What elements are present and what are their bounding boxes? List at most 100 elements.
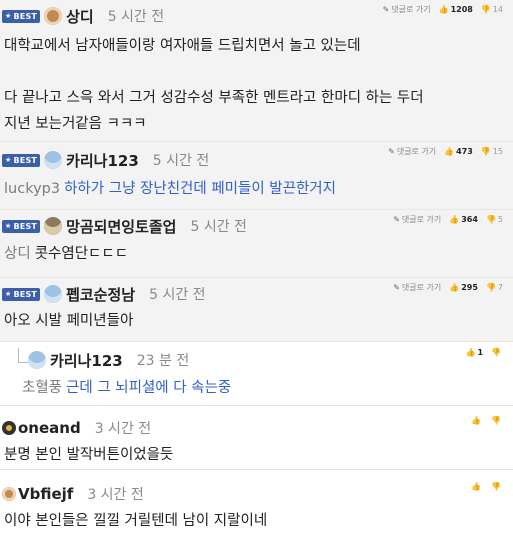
thumbs-down-icon: 👎 (491, 416, 501, 425)
thumbs-up-icon: 👍 (449, 283, 460, 292)
goto-comment-link[interactable]: ✎ 댓글로 가기 (393, 214, 441, 225)
dislike-count: 7 (497, 283, 503, 292)
ghost-avatar[interactable] (44, 151, 63, 169)
star-icon: ★ (5, 290, 12, 298)
goto-comment-link[interactable]: ✎ 댓글로 가기 (383, 4, 431, 15)
like-button[interactable]: 👍 473 (444, 147, 473, 156)
comment-meta: ✎ 댓글로 가기 👍 295 👎 7 (393, 282, 503, 293)
comment-time: 5 시간 전 (152, 153, 210, 169)
comment-time: 5 시간 전 (107, 9, 165, 25)
like-button[interactable]: 👍 1 (465, 348, 483, 357)
goto-comment-label: 댓글로 가기 (401, 215, 442, 224)
like-count: 1208 (450, 5, 473, 14)
comment-text-line: 지년 보는거같음 ㅋㅋㅋ (4, 116, 147, 132)
comment-meta: 👍 👎 (471, 482, 503, 491)
thumbs-down-icon: 👎 (485, 283, 496, 292)
comment-time: 5 시간 전 (149, 287, 206, 303)
comment-meta: 👍 1 👎 (465, 348, 503, 357)
comment-text: 하하가 그냥 장난친건데 페미들이 발끈한거지 (64, 181, 336, 197)
best-badge-label: BEST (13, 155, 38, 165)
ghost-avatar[interactable] (44, 285, 63, 303)
comment-nickname[interactable]: Vbfiejf (18, 485, 73, 503)
pencil-icon: ✎ (393, 283, 400, 292)
like-button[interactable]: 👍 (471, 416, 483, 425)
like-button[interactable]: 👍 1208 (439, 5, 473, 14)
dislike-button[interactable]: 👎 15 (481, 147, 503, 156)
thumbs-up-icon: 👍 (438, 5, 449, 14)
best-badge: ★ BEST (2, 219, 41, 233)
comment-body: luckyp3 하하가 그냥 장난친건데 페미들이 발끈한거지 (4, 176, 336, 202)
dog-avatar[interactable] (2, 487, 16, 501)
dog-avatar[interactable] (44, 7, 63, 25)
thumbs-down-icon: 👎 (485, 215, 496, 224)
comment-text: 콧수염단ㄷㄷㄷ (34, 246, 129, 262)
comment-nickname[interactable]: 상디 (66, 6, 94, 27)
comment-body: 아오 시발 페미년들아 (4, 308, 133, 334)
comment-body: 이야 본인들은 낄낄 거릴텐데 남이 지랄이네 (4, 508, 267, 534)
comment-text: 근데 그 뇌피셜에 다 속는중 (66, 380, 232, 396)
comment-item: Vbfiejf 3 시간 전 👍 👎 이야 본인들은 낄낄 거릴텐데 남이 지랄… (0, 470, 513, 536)
mention-username[interactable]: 초혈풍 (22, 380, 62, 396)
mention-username[interactable]: luckyp3 (4, 181, 60, 197)
goto-comment-label: 댓글로 가기 (391, 5, 431, 14)
comment-nickname[interactable]: oneand (18, 419, 81, 437)
comment-body: 대학교에서 남자애들이랑 여자애들 드립치면서 놀고 있는데 다 끝나고 스윽 … (4, 33, 424, 137)
dislike-button[interactable]: 👎 7 (486, 283, 503, 292)
comment-header: 카리나123 23 분 전 (28, 346, 189, 374)
bee-avatar[interactable] (2, 421, 16, 435)
like-count: 473 (456, 147, 473, 156)
reply-item: 카리나123 23 분 전 👍 1 👎 초혈풍 근데 그 뇌피셜에 다 속는중 (0, 342, 513, 406)
like-button[interactable]: 👍 295 (449, 283, 478, 292)
mention-username[interactable]: 상디 (4, 246, 31, 262)
best-badge: ★ BEST (2, 9, 41, 23)
comment-nickname[interactable]: 카리나123 (50, 350, 123, 371)
pencil-icon: ✎ (388, 147, 395, 156)
comment-meta: ✎ 댓글로 가기 👍 364 👎 5 (393, 214, 503, 225)
like-count: 1 (477, 348, 484, 357)
like-count: 364 (461, 215, 478, 224)
comment-header: ★ BEST 펩코순정남 5 시간 전 (0, 280, 206, 308)
comment-item: ★ BEST 펩코순정남 5 시간 전 ✎ 댓글로 가기 👍 295 👎 7 아오 시발… (0, 278, 513, 342)
star-icon: ★ (5, 222, 12, 230)
goto-comment-label: 댓글로 가기 (401, 283, 442, 292)
like-button[interactable]: 👍 (471, 482, 483, 491)
comment-nickname[interactable]: 펩코순정남 (66, 284, 135, 305)
goto-comment-link[interactable]: ✎ 댓글로 가기 (393, 282, 441, 293)
dislike-button[interactable]: 👎 (491, 348, 503, 357)
bowl-avatar[interactable] (44, 217, 63, 235)
comment-text: 이야 본인들은 낄낄 거릴텐데 남이 지랄이네 (4, 513, 268, 529)
dislike-count: 14 (492, 5, 503, 14)
comment-time: 3 시간 전 (87, 487, 144, 503)
comment-body: 상디 콧수염단ㄷㄷㄷ (4, 241, 128, 267)
comment-nickname[interactable]: 망곰되면잉토졸업 (66, 216, 176, 237)
dislike-button[interactable]: 👎 (491, 416, 503, 425)
best-badge: ★ BEST (2, 287, 41, 301)
comment-body: 초혈풍 근데 그 뇌피셜에 다 속는중 (22, 375, 231, 401)
ghost-avatar[interactable] (28, 351, 46, 369)
comment-meta: 👍 👎 (471, 416, 503, 425)
comment-header: ★ BEST 상디 5 시간 전 (0, 2, 164, 30)
dislike-button[interactable]: 👎 5 (486, 215, 503, 224)
comment-header: oneand 3 시간 전 (2, 414, 151, 442)
comment-text-line: 다 끝나고 스윽 와서 그거 성감수성 부족한 멘트라고 한마디 하는 두더 (4, 90, 424, 106)
comment-time: 23 분 전 (136, 353, 190, 369)
dislike-button[interactable]: 👎 14 (481, 5, 503, 14)
like-count: 295 (461, 283, 478, 292)
comment-text-line (4, 59, 424, 85)
dislike-button[interactable]: 👎 (491, 482, 503, 491)
goto-comment-link[interactable]: ✎ 댓글로 가기 (388, 146, 436, 157)
thumbs-down-icon: 👎 (480, 147, 491, 156)
thumbs-up-icon: 👍 (465, 348, 476, 357)
comment-time: 5 시간 전 (190, 219, 247, 235)
dislike-count: 15 (492, 147, 503, 156)
comment-item: ★ BEST 상디 5 시간 전 ✎ 댓글로 가기 👍 1208 👎 14 대학교에서 … (0, 0, 513, 142)
comment-item: oneand 3 시간 전 👍 👎 분명 본인 발작버튼이었을듯 (0, 406, 513, 470)
like-button[interactable]: 👍 364 (449, 215, 478, 224)
pencil-icon: ✎ (382, 5, 390, 14)
best-badge-label: BEST (13, 289, 38, 299)
comment-item: ★ BEST 망곰되면잉토졸업 5 시간 전 ✎ 댓글로 가기 👍 364 👎 5 상디… (0, 210, 513, 278)
comment-nickname[interactable]: 카리나123 (66, 150, 139, 171)
comment-text: 분명 본인 발작버튼이었을듯 (4, 447, 174, 463)
comment-header: ★ BEST 카리나123 5 시간 전 (0, 146, 209, 174)
best-badge-label: BEST (13, 221, 38, 231)
